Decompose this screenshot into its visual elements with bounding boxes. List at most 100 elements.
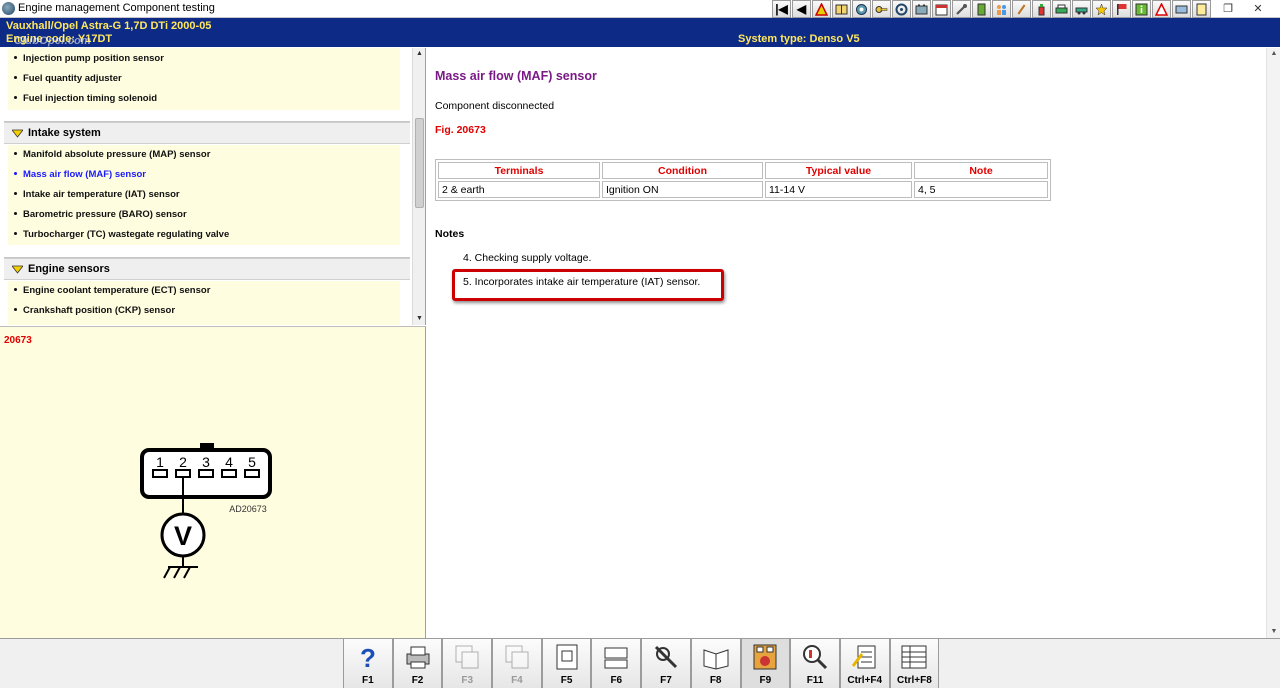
connector-icon — [604, 647, 628, 669]
search-icon — [803, 645, 828, 670]
book-icon[interactable] — [832, 0, 851, 18]
previous-page-button[interactable]: ◀ — [792, 0, 811, 18]
column-header-condition: Condition — [602, 162, 763, 179]
tools-icon — [654, 645, 678, 669]
scroll-down-icon[interactable]: ▼ — [413, 313, 425, 325]
close-window-button[interactable]: ✕ — [1246, 0, 1270, 17]
column-header-note: Note — [914, 162, 1048, 179]
f8-button[interactable]: F8 — [690, 639, 741, 688]
voltmeter-icon: V — [174, 521, 192, 551]
test-values-table: Terminals Condition Typical value Note 2… — [435, 159, 1051, 201]
scroll-down-icon[interactable]: ▼ — [1267, 626, 1280, 638]
ctrl-f8-button[interactable]: Ctrl+F8 — [889, 639, 940, 688]
pin-label: 4 — [225, 454, 233, 470]
f7-button[interactable]: F7 — [641, 639, 691, 688]
bottle-icon[interactable] — [1032, 0, 1051, 18]
calendar-icon[interactable] — [932, 0, 951, 18]
help-icon: ? — [360, 643, 376, 672]
nav-scrollbar[interactable]: ▲ ▼ — [412, 48, 425, 325]
nav-item-maf-sensor[interactable]: Mass air flow (MAF) sensor — [8, 165, 400, 185]
flag-icon[interactable] — [1112, 0, 1131, 18]
highlight-annotation — [452, 269, 724, 301]
exit-icon[interactable] — [1192, 0, 1211, 18]
cell-typical-value: 11-14 V — [765, 181, 912, 198]
svg-text:?: ? — [360, 643, 376, 672]
wrench-icon[interactable] — [952, 0, 971, 18]
component-state: Component disconnected — [435, 100, 555, 112]
notes-heading: Notes — [435, 228, 465, 240]
pin-label: 3 — [202, 454, 210, 470]
nav-section-engine-sensors[interactable]: Engine sensors — [4, 258, 410, 280]
component-icon — [556, 644, 578, 670]
cell-condition: Ignition ON — [602, 181, 763, 198]
table-row: 2 & earth Ignition ON 11-14 V 4, 5 — [438, 181, 1048, 198]
star-icon[interactable] — [1092, 0, 1111, 18]
column-header-terminals: Terminals — [438, 162, 600, 179]
printer-icon — [406, 646, 430, 669]
nav-item-ect-sensor[interactable]: Engine coolant temperature (ECT) sensor — [8, 281, 400, 301]
scroll-up-icon[interactable]: ▲ — [413, 48, 425, 60]
warning-icon[interactable] — [812, 0, 831, 18]
gear-icon[interactable] — [852, 0, 871, 18]
nav-item-baro-sensor[interactable]: Barometric pressure (BARO) sensor — [8, 205, 400, 225]
pinout-icon — [753, 644, 777, 670]
car-icon[interactable] — [1072, 0, 1091, 18]
pin-label: 5 — [248, 454, 256, 470]
f1-help-button[interactable]: ? F1 — [343, 639, 393, 688]
aircon-icon[interactable] — [1172, 0, 1191, 18]
nav-item-injection-pump-position-sensor[interactable]: Injection pump position sensor — [8, 49, 400, 69]
print-icon[interactable] — [1052, 0, 1071, 18]
key-icon[interactable] — [872, 0, 891, 18]
first-page-button[interactable]: |◀ — [772, 0, 791, 18]
nav-item-fuel-quantity-adjuster[interactable]: Fuel quantity adjuster — [8, 69, 400, 89]
f3-button[interactable]: F3 — [442, 639, 493, 688]
connector-diagram: 1 2 3 4 5 V AD20673 — [140, 443, 272, 579]
table-header-row: Terminals Condition Typical value Note — [438, 162, 1048, 179]
system-type: System type: Denso V5 — [738, 33, 860, 45]
nav-item-fuel-injection-timing-solenoid[interactable]: Fuel injection timing solenoid — [8, 89, 400, 109]
ctrl-f4-button[interactable]: Ctrl+F4 — [839, 639, 890, 688]
content-scrollbar[interactable]: ▲ ▼ — [1266, 48, 1280, 638]
figure-code: AD20673 — [229, 504, 267, 514]
figure-reference[interactable]: Fig. 20673 — [435, 124, 486, 136]
cell-terminals: 2 & earth — [438, 181, 600, 198]
nav-item-map-sensor[interactable]: Manifold absolute pressure (MAP) sensor — [8, 145, 400, 165]
door-icon[interactable] — [972, 0, 991, 18]
window-title: Engine management Component testing — [18, 2, 215, 14]
function-key-bar: ? F1 F2 F3 F4 F5 F6 F7 F8 F9 F11 Ctrl+F4… — [0, 638, 1280, 688]
nav-item-iat-sensor[interactable]: Intake air temperature (IAT) sensor — [8, 185, 400, 205]
note-item: 4. Checking supply voltage. — [463, 252, 592, 264]
cell-note: 4, 5 — [914, 181, 1048, 198]
wheel-icon[interactable] — [892, 0, 911, 18]
battery-icon[interactable] — [912, 0, 931, 18]
app-icon — [2, 2, 15, 15]
watermark: ClubOpel.com — [14, 35, 91, 47]
column-header-typical-value: Typical value — [765, 162, 912, 179]
window-titlebar: Engine management Component testing |◀ ◀ — [0, 0, 1280, 18]
restore-window-button[interactable]: ❐ — [1216, 0, 1240, 17]
f5-button[interactable]: F5 — [541, 639, 592, 688]
copy-icon — [455, 645, 479, 669]
tool-icon[interactable] — [1012, 0, 1031, 18]
f11-button[interactable]: F11 — [790, 639, 840, 688]
people-icon[interactable] — [992, 0, 1011, 18]
nav-item-ckp-sensor[interactable]: Crankshaft position (CKP) sensor — [8, 301, 400, 321]
table-icon — [901, 645, 927, 669]
component-nav: Injection pump position sensor Fuel quan… — [0, 48, 426, 325]
f2-print-button[interactable]: F2 — [392, 639, 443, 688]
hazard-icon[interactable] — [1152, 0, 1171, 18]
nav-section-intake-system[interactable]: Intake system — [4, 122, 410, 144]
copy-alt-icon — [505, 645, 529, 669]
scroll-thumb[interactable] — [415, 118, 424, 208]
nav-item-tc-wastegate-valve[interactable]: Turbocharger (TC) wastegate regulating v… — [8, 225, 400, 245]
vehicle-info: Vauxhall/Opel Astra-G 1,7D DTi 2000-05 — [6, 20, 212, 32]
figure-panel: 20673 1 2 3 4 5 V AD20673 — [0, 326, 426, 638]
info-icon[interactable] — [1132, 0, 1151, 18]
f6-button[interactable]: F6 — [591, 639, 642, 688]
manual-icon — [703, 649, 729, 670]
top-toolbar: |◀ ◀ — [772, 0, 1211, 18]
f4-button[interactable]: F4 — [492, 639, 542, 688]
scroll-up-icon[interactable]: ▲ — [1267, 48, 1280, 60]
f9-button[interactable]: F9 — [740, 639, 791, 688]
pin-label: 2 — [179, 454, 187, 470]
